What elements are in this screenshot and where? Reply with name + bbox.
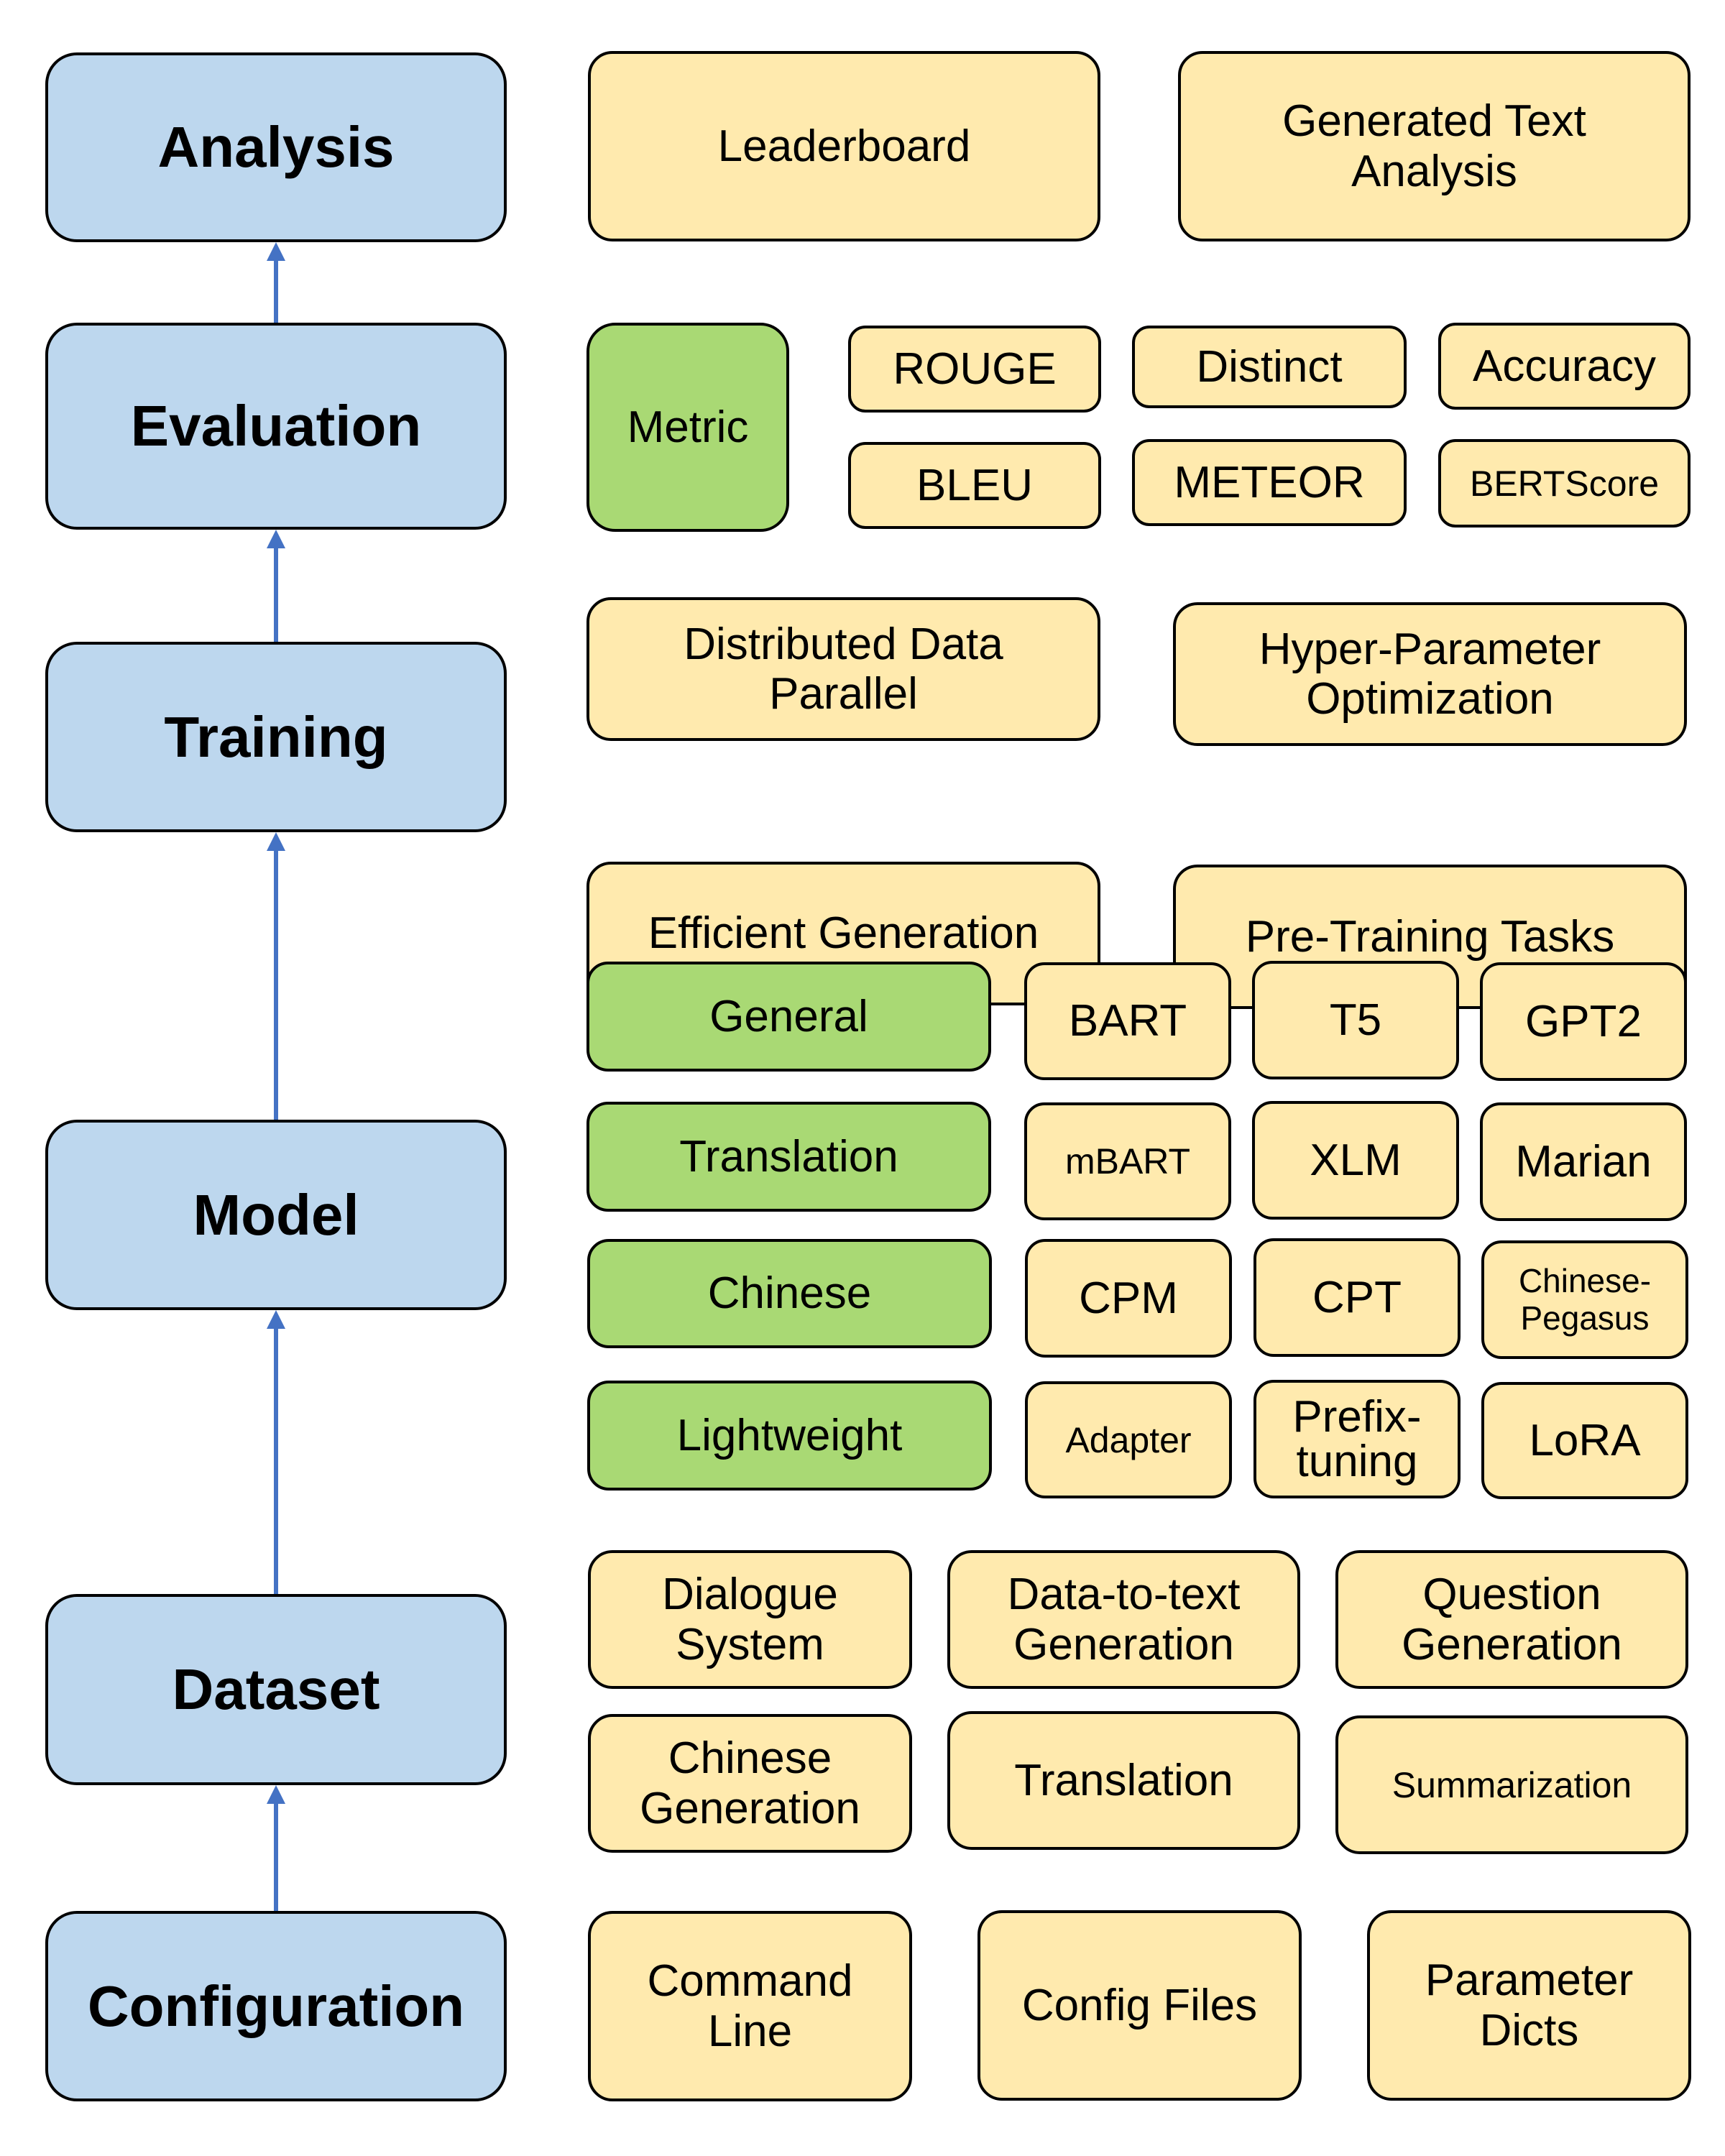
model-label: Marian bbox=[1515, 1136, 1652, 1187]
dataset-question-generation: Question Generation bbox=[1335, 1550, 1688, 1689]
model-cpt: CPT bbox=[1254, 1238, 1460, 1357]
metric-label: Distinct bbox=[1196, 341, 1343, 392]
model-lora: LoRA bbox=[1481, 1382, 1688, 1499]
model-category-translation: Translation bbox=[586, 1102, 991, 1212]
dataset-item-label: Question Generation bbox=[1402, 1570, 1622, 1669]
metric-label: Accuracy bbox=[1473, 341, 1656, 391]
metric-bleu: BLEU bbox=[848, 442, 1101, 529]
model-cpm: CPM bbox=[1025, 1239, 1232, 1358]
arrow-model-to-training bbox=[274, 849, 278, 1120]
metric-bertscore: BERTScore bbox=[1438, 439, 1690, 528]
dataset-item-label: Dialogue System bbox=[662, 1570, 838, 1669]
model-label: T5 bbox=[1329, 995, 1382, 1045]
model-label: CPT bbox=[1312, 1272, 1402, 1322]
stage-model-label: Model bbox=[193, 1182, 359, 1247]
stage-configuration: Configuration bbox=[45, 1911, 507, 2101]
analysis-generated-text: Generated Text Analysis bbox=[1178, 51, 1690, 241]
metric-label: BERTScore bbox=[1469, 463, 1660, 504]
arrowhead-up-icon bbox=[267, 242, 285, 261]
arrowhead-up-icon bbox=[267, 1310, 285, 1329]
model-prefix-tuning: Prefix- tuning bbox=[1254, 1380, 1460, 1498]
model-t5: T5 bbox=[1252, 961, 1459, 1079]
dataset-item-label: Summarization bbox=[1392, 1764, 1632, 1805]
model-chinese-pegasus: Chinese- Pegasus bbox=[1481, 1240, 1688, 1359]
model-label: BART bbox=[1068, 996, 1187, 1046]
config-item-label: Config Files bbox=[1021, 1980, 1258, 2030]
arrow-evaluation-to-analysis bbox=[274, 259, 278, 323]
config-item-label: Command Line bbox=[647, 1956, 853, 2056]
model-label: XLM bbox=[1310, 1135, 1402, 1185]
training-item-label: Hyper-Parameter Optimization bbox=[1259, 624, 1601, 724]
model-label: GPT2 bbox=[1525, 996, 1642, 1046]
stage-model: Model bbox=[45, 1120, 507, 1310]
metric-accuracy: Accuracy bbox=[1438, 323, 1690, 410]
category-label: Chinese bbox=[707, 1268, 872, 1319]
category-label: Lightweight bbox=[676, 1410, 903, 1460]
model-label: mBART bbox=[1064, 1141, 1191, 1181]
arrow-configuration-to-dataset bbox=[274, 1802, 278, 1911]
dataset-dialogue-system: Dialogue System bbox=[588, 1550, 912, 1689]
stage-evaluation: Evaluation bbox=[45, 323, 507, 530]
stage-training-label: Training bbox=[164, 704, 388, 769]
model-label: CPM bbox=[1079, 1273, 1178, 1323]
training-ddp: Distributed Data Parallel bbox=[586, 597, 1100, 741]
model-adapter: Adapter bbox=[1025, 1381, 1232, 1498]
model-xlm: XLM bbox=[1252, 1101, 1459, 1220]
model-marian: Marian bbox=[1480, 1102, 1687, 1221]
config-item-label: Parameter Dicts bbox=[1425, 1955, 1634, 2055]
arrow-dataset-to-model bbox=[274, 1327, 278, 1594]
metric-distinct: Distinct bbox=[1132, 326, 1407, 408]
model-gpt2: GPT2 bbox=[1480, 962, 1687, 1081]
analysis-leaderboard: Leaderboard bbox=[588, 51, 1100, 241]
dataset-item-label: Data-to-text Generation bbox=[1007, 1570, 1241, 1669]
metric-label: BLEU bbox=[916, 460, 1033, 510]
stage-configuration-label: Configuration bbox=[87, 1973, 465, 2038]
dataset-item-label: Translation bbox=[1014, 1755, 1233, 1805]
config-files: Config Files bbox=[978, 1910, 1302, 2101]
model-bart: BART bbox=[1024, 962, 1231, 1080]
dataset-data-to-text: Data-to-text Generation bbox=[947, 1550, 1300, 1689]
config-parameter-dicts: Parameter Dicts bbox=[1367, 1910, 1691, 2101]
category-label: Translation bbox=[679, 1131, 898, 1181]
dataset-summarization: Summarization bbox=[1335, 1715, 1688, 1854]
dataset-item-label: Chinese Generation bbox=[640, 1733, 860, 1833]
metric-meteor: METEOR bbox=[1132, 439, 1407, 526]
dataset-translation: Translation bbox=[947, 1711, 1300, 1850]
training-item-label: Distributed Data Parallel bbox=[684, 619, 1003, 719]
stage-evaluation-label: Evaluation bbox=[130, 394, 422, 459]
arrowhead-up-icon bbox=[267, 530, 285, 548]
stage-dataset: Dataset bbox=[45, 1594, 507, 1785]
category-label: Metric bbox=[627, 402, 749, 452]
model-label: Adapter bbox=[1065, 1419, 1192, 1460]
model-label: Chinese- Pegasus bbox=[1518, 1261, 1652, 1337]
metric-label: METEOR bbox=[1174, 457, 1365, 507]
stage-analysis-label: Analysis bbox=[157, 115, 395, 180]
model-category-general: General bbox=[586, 962, 991, 1072]
stage-training: Training bbox=[45, 642, 507, 832]
stage-dataset-label: Dataset bbox=[172, 1657, 380, 1722]
metric-label: ROUGE bbox=[893, 344, 1057, 394]
training-item-label: Pre-Training Tasks bbox=[1245, 911, 1615, 962]
model-category-lightweight: Lightweight bbox=[587, 1381, 992, 1491]
arrow-training-to-evaluation bbox=[274, 546, 278, 642]
training-item-label: Efficient Generation bbox=[648, 908, 1039, 959]
model-label: Prefix- tuning bbox=[1292, 1391, 1422, 1486]
model-category-chinese: Chinese bbox=[587, 1239, 992, 1348]
metric-rouge: ROUGE bbox=[848, 326, 1101, 413]
dataset-chinese-generation: Chinese Generation bbox=[588, 1714, 912, 1853]
model-label: LoRA bbox=[1529, 1415, 1641, 1465]
arrowhead-up-icon bbox=[267, 832, 285, 851]
config-command-line: Command Line bbox=[588, 1911, 912, 2101]
training-hpo: Hyper-Parameter Optimization bbox=[1173, 602, 1687, 746]
category-label: General bbox=[709, 991, 868, 1041]
analysis-item-label: Leaderboard bbox=[717, 121, 971, 171]
arrowhead-up-icon bbox=[267, 1785, 285, 1804]
stage-analysis: Analysis bbox=[45, 52, 507, 242]
model-mbart: mBART bbox=[1024, 1102, 1231, 1220]
analysis-item-label: Generated Text Analysis bbox=[1282, 96, 1586, 196]
evaluation-category-metric: Metric bbox=[586, 323, 789, 532]
